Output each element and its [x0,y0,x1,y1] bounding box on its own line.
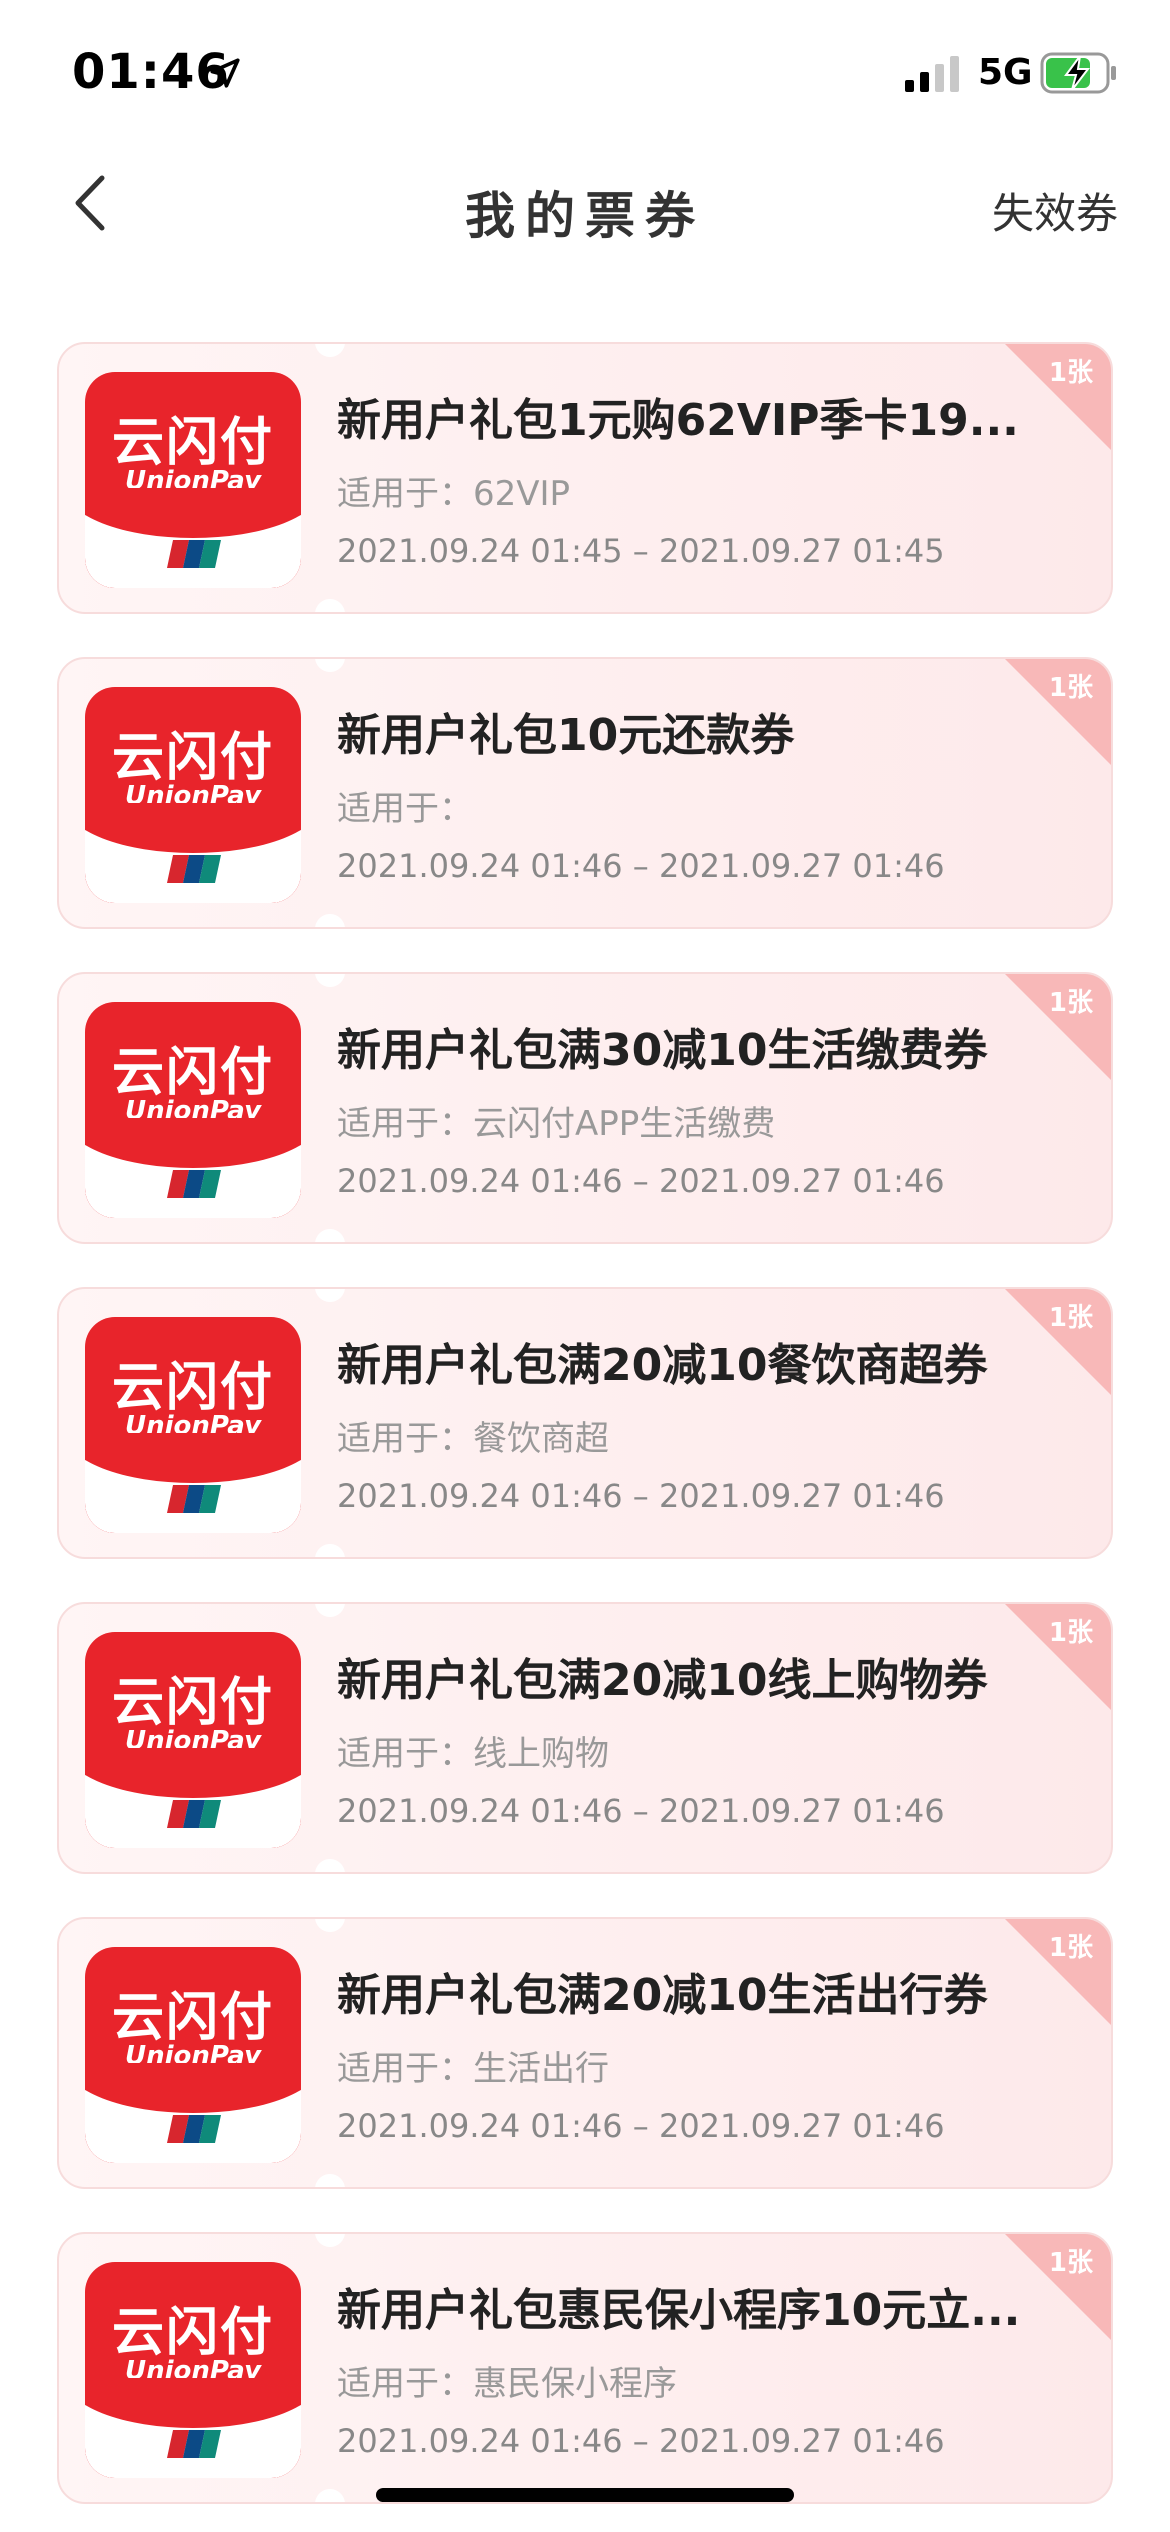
coupon-card[interactable]: 云闪付 UnionPay 新用户礼包满20减10餐饮商超券 适用于：餐饮商超 2… [57,1287,1113,1559]
logo-name-cn: 云闪付 [111,2303,274,2363]
coupon-count-badge: 1张 [1048,1933,1093,1963]
coupon-list: 云闪付 UnionPay 新用户礼包1元购62VIP季卡19... 适用于：62… [0,0,1170,2532]
coupon-card[interactable]: 云闪付 UnionPay 新用户礼包满30减10生活缴费券 适用于：云闪付APP… [57,972,1113,1244]
coupon-title: 新用户礼包满20减10线上购物券 [337,1655,988,1706]
unionpay-logo: 云闪付 UnionPay [85,1947,301,2163]
coupon-validity-period: 2021.09.24 01:46 – 2021.09.27 01:46 [337,1792,945,1830]
coupon-scope: 适用于：餐饮商超 [337,1419,609,1459]
coupon-scope: 适用于： [337,789,473,829]
unionpay-logo: 云闪付 UnionPay [85,372,301,588]
coupon-card[interactable]: 云闪付 UnionPay 新用户礼包惠民保小程序10元立... 适用于：惠民保小… [57,2232,1113,2504]
ticket-notch [315,599,345,612]
coupon-title: 新用户礼包惠民保小程序10元立... [337,2285,1021,2336]
unionpay-mark-icon [167,2430,221,2458]
ticket-notch [315,914,345,927]
coupon-card[interactable]: 云闪付 UnionPay 新用户礼包满20减10线上购物券 适用于：线上购物 2… [57,1602,1113,1874]
ticket-notch [315,1229,345,1242]
home-indicator [376,2488,794,2502]
ticket-notch [315,1289,345,1302]
logo-name-cn: 云闪付 [111,728,274,788]
coupon-card[interactable]: 云闪付 UnionPay 新用户礼包10元还款券 适用于： 2021.09.24… [57,657,1113,929]
coupon-card[interactable]: 云闪付 UnionPay 新用户礼包满20减10生活出行券 适用于：生活出行 2… [57,1917,1113,2189]
coupon-scope: 适用于：云闪付APP生活缴费 [337,1104,776,1144]
coupon-scope: 适用于：生活出行 [337,2049,609,2089]
ticket-notch [315,2174,345,2187]
coupon-card[interactable]: 云闪付 UnionPay 新用户礼包1元购62VIP季卡19... 适用于：62… [57,342,1113,614]
coupon-scope: 适用于：线上购物 [337,1734,609,1774]
coupon-title: 新用户礼包10元还款券 [337,710,795,761]
ticket-notch [315,1859,345,1872]
logo-name-cn: 云闪付 [111,1988,274,2048]
coupon-count-badge: 1张 [1048,358,1093,388]
unionpay-mark-icon [167,1170,221,1198]
coupon-count-badge: 1张 [1048,2248,1093,2278]
logo-name-cn: 云闪付 [111,413,274,473]
coupon-count-badge: 1张 [1048,1303,1093,1333]
coupon-validity-period: 2021.09.24 01:46 – 2021.09.27 01:46 [337,1477,945,1515]
unionpay-mark-icon [167,540,221,568]
unionpay-mark-icon [167,1800,221,1828]
coupon-validity-period: 2021.09.24 01:46 – 2021.09.27 01:46 [337,847,945,885]
ticket-notch [315,659,345,672]
ticket-notch [315,1604,345,1617]
ticket-notch [315,2489,345,2502]
coupon-validity-period: 2021.09.24 01:45 – 2021.09.27 01:45 [337,532,945,570]
unionpay-mark-icon [167,855,221,883]
ticket-notch [315,974,345,987]
unionpay-mark-icon [167,1485,221,1513]
coupon-title: 新用户礼包满20减10生活出行券 [337,1970,988,2021]
ticket-notch [315,2234,345,2247]
unionpay-logo: 云闪付 UnionPay [85,1002,301,1218]
coupon-count-badge: 1张 [1048,1618,1093,1648]
coupon-validity-period: 2021.09.24 01:46 – 2021.09.27 01:46 [337,1162,945,1200]
coupon-validity-period: 2021.09.24 01:46 – 2021.09.27 01:46 [337,2107,945,2145]
coupon-count-badge: 1张 [1048,673,1093,703]
coupon-title: 新用户礼包满20减10餐饮商超券 [337,1340,988,1391]
coupon-validity-period: 2021.09.24 01:46 – 2021.09.27 01:46 [337,2422,945,2460]
coupon-title: 新用户礼包满30减10生活缴费券 [337,1025,988,1076]
logo-name-cn: 云闪付 [111,1673,274,1733]
coupon-count-badge: 1张 [1048,988,1093,1018]
ticket-notch [315,1919,345,1932]
logo-name-cn: 云闪付 [111,1358,274,1418]
coupon-scope: 适用于：惠民保小程序 [337,2364,677,2404]
unionpay-logo: 云闪付 UnionPay [85,1317,301,1533]
coupon-title: 新用户礼包1元购62VIP季卡19... [337,395,1019,446]
ticket-notch [315,344,345,357]
unionpay-logo: 云闪付 UnionPay [85,687,301,903]
ticket-notch [315,1544,345,1557]
unionpay-logo: 云闪付 UnionPay [85,2262,301,2478]
unionpay-logo: 云闪付 UnionPay [85,1632,301,1848]
logo-name-cn: 云闪付 [111,1043,274,1103]
unionpay-mark-icon [167,2115,221,2143]
coupon-scope: 适用于：62VIP [337,474,571,514]
